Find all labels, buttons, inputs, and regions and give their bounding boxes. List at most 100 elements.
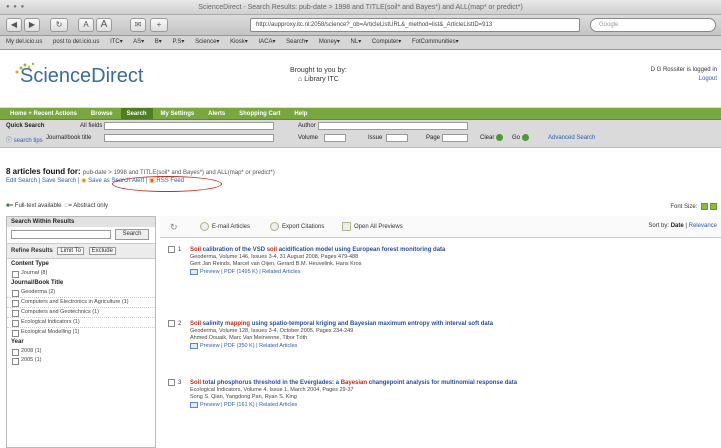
limit-to-button[interactable]: Limit To [57,247,84,255]
result-number[interactable]: 3 [168,379,181,386]
bookmark-item[interactable]: Kiosk▾ [230,39,248,45]
nav-shopping-cart[interactable]: Shopping Cart [233,108,286,119]
bookmark-item[interactable]: post to del.icio.us [53,39,99,45]
font-increase-button[interactable] [710,203,717,210]
result-links[interactable]: Preview | PDF (1495 K) | Related Article… [190,268,710,277]
save-search-link[interactable]: Save Search [42,178,76,184]
sciencedirect-logo[interactable]: ScienceDirect [20,65,143,88]
content-type-journal[interactable]: Journal (8) [7,269,155,278]
help-icon: ⓘ [6,138,14,144]
logout-link[interactable]: Logout [651,75,717,84]
add-bookmark-button[interactable]: + [150,18,168,32]
journal-filter[interactable]: Ecological Indicators (1) [7,317,155,327]
url-field[interactable]: http://aupproxy.itc.nl:2058/science?_ob=… [250,18,580,32]
bookmark-item[interactable]: B▾ [155,39,162,45]
sort-by-label: Sort by: [648,223,670,229]
result-links[interactable]: Preview | PDF (161 K) | Related Articles [190,401,710,410]
exclude-button[interactable]: Exclude [88,247,116,255]
bookmark-item[interactable]: Science▾ [195,39,219,45]
search-tips-link[interactable]: ⓘ search tips [6,135,43,144]
bookmark-item[interactable]: ITC▾ [110,39,123,45]
results-main: ↻ E-mail Articles Export Citations Open … [160,216,721,448]
title-highlight: Bayesian [340,380,368,386]
bookmark-item[interactable]: P.S▾ [172,39,184,45]
clear-icon [496,134,504,141]
bookmark-icon[interactable]: ✉ [130,18,146,32]
bookmark-item[interactable]: Computer▾ [372,39,401,45]
go-button[interactable]: Go [512,134,529,141]
quick-search-label: Quick Search [6,123,45,129]
journal-title-label: Journal/book title [46,135,92,141]
year-filter[interactable]: 2008 (1) [7,347,155,356]
back-button[interactable]: ◀ [6,18,22,32]
window-controls[interactable]: ● ● ● [6,4,25,10]
abstract-label: = Abstract only [68,203,108,209]
title-highlight: Soil [190,321,202,327]
journal-title-input[interactable] [104,134,274,142]
export-citations-button[interactable]: Export Citations [270,222,324,231]
forward-button[interactable]: ▶ [24,18,40,32]
result-links[interactable]: Preview | PDF (350 K) | Related Articles [190,342,710,351]
clear-label: Clear [480,135,495,142]
font-larger-button[interactable]: A [96,18,112,32]
title-text: acidification model using European fores… [277,247,446,253]
brought-line: Brought to you by: [290,67,347,74]
title-highlight: Soil [190,380,202,386]
edit-search-link[interactable]: Edit Search [6,178,37,184]
result-number[interactable]: 2 [168,320,181,327]
refresh-icon[interactable]: ↻ [170,222,178,233]
font-decrease-button[interactable] [701,203,708,210]
result-links-text: Preview | PDF (350 K) | Related Articles [200,343,298,349]
nav-search[interactable]: Search [120,108,153,119]
search-within-button[interactable]: Search [115,229,149,240]
preview-icon [190,342,198,349]
bookmark-item[interactable]: Search▾ [286,39,308,45]
nav-my-settings[interactable]: My Settings [155,108,201,119]
search-within: Search [7,227,155,243]
year-filter[interactable]: 2005 (1) [7,356,155,365]
bookmark-item[interactable]: AS▾ [133,39,144,45]
result-authors: Gert Jan Reinds, Marcel van Oijen, Gerar… [190,261,362,267]
issue-input[interactable] [386,134,408,142]
reload-button[interactable]: ↻ [50,18,68,32]
google-search-input[interactable]: Google [590,18,716,32]
nav-home[interactable]: Home + Recent Actions [4,108,83,119]
all-fields-input[interactable] [104,122,274,130]
journal-filter[interactable]: Computers and Geotechnics (1) [7,307,155,317]
result-title[interactable]: Soil salinity mapping using spatio-tempo… [190,320,710,328]
title-text: calibration of the VSD [201,247,267,253]
email-articles-button[interactable]: E-mail Articles [200,222,250,231]
author-input[interactable] [318,122,468,130]
journal-filter[interactable]: Ecological Modelling (1) [7,327,155,337]
bookmark-item[interactable]: My del.icio.us [6,39,42,45]
journal-filter[interactable]: Geoderma (2) [7,288,155,297]
result-title[interactable]: Soil total phosphorus threshold in the E… [190,379,710,387]
nav-browse[interactable]: Browse [85,108,119,119]
go-icon [521,134,529,141]
nav-help[interactable]: Help [288,108,313,119]
search-tips-label: search tips [13,138,43,144]
all-fields-label: All fields [80,123,103,129]
window-titlebar: ● ● ● ScienceDirect - Search Results: pu… [0,0,721,15]
volume-input[interactable] [324,134,346,142]
result-title[interactable]: Soil calibration of the VSD soil acidifi… [190,246,710,254]
title-text: total phosphorus threshold in the Evergl… [201,380,341,386]
bookmark-item[interactable]: IACA▾ [258,39,275,45]
journal-filter[interactable]: Computers and Electronics in Agriculture… [7,297,155,307]
sort-date[interactable]: Date [671,223,684,229]
library-label: Library ITC [304,76,339,83]
result-number[interactable]: 1 [168,246,181,253]
search-within-input[interactable] [11,230,111,239]
nav-alerts[interactable]: Alerts [202,108,231,119]
font-smaller-button[interactable]: A [78,18,94,32]
open-previews-button[interactable]: Open All Previews [342,222,403,231]
clear-button[interactable]: Clear [480,134,504,142]
sort-relevance[interactable]: Relevance [689,223,717,229]
bookmark-item[interactable]: NL▾ [351,39,362,45]
brought-to-you: Brought to you by: ⌂ Library ITC [290,66,347,84]
user-info: D G Rossiter is logged in Logout [651,66,717,84]
page-input[interactable] [442,134,468,142]
bookmark-item[interactable]: Money▾ [319,39,340,45]
advanced-search-link[interactable]: Advanced Search [548,135,595,141]
bookmark-item[interactable]: FotCommunities▾ [412,39,459,45]
